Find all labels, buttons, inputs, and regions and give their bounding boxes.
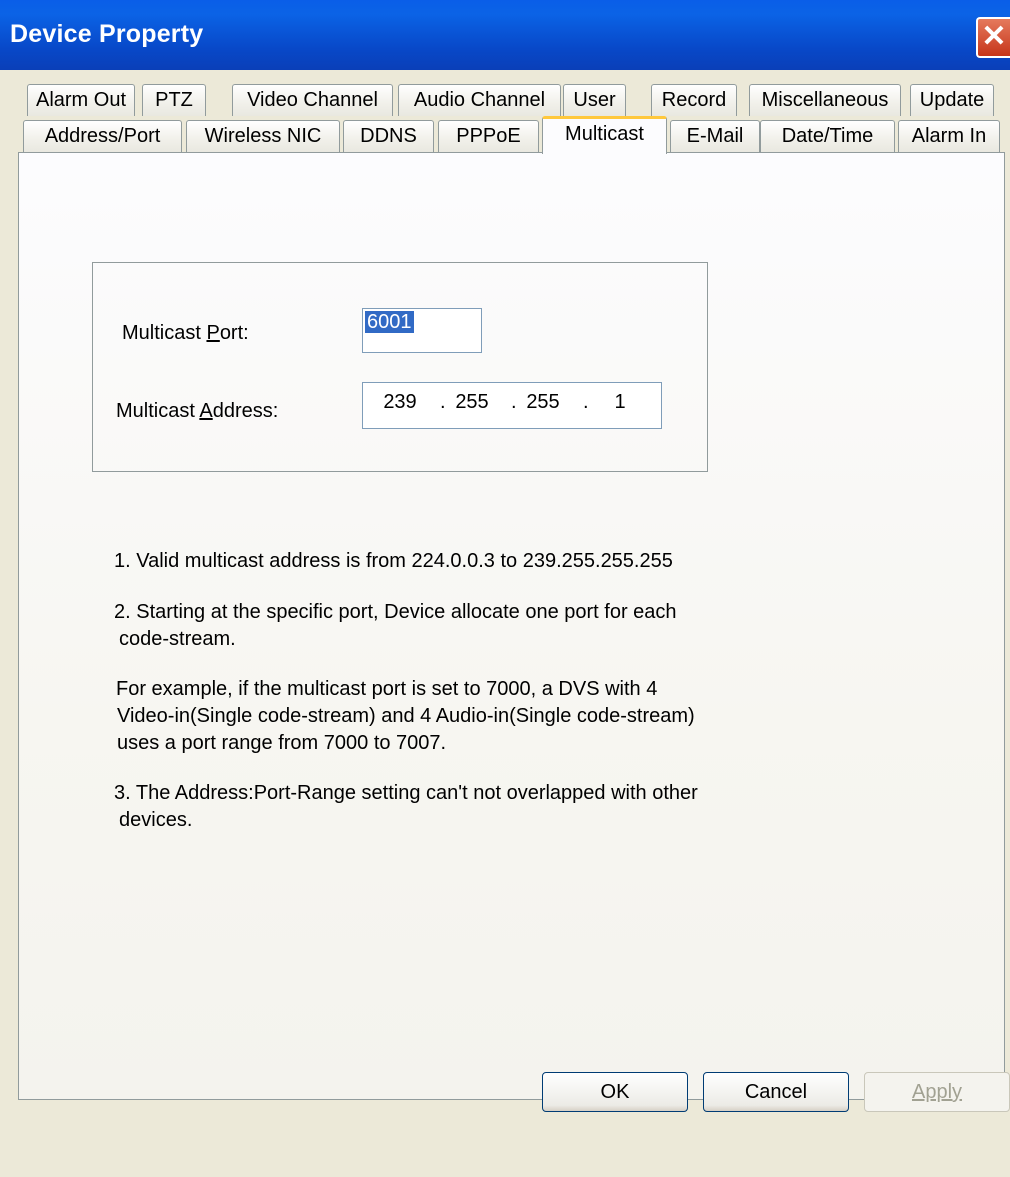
tab-date-time[interactable]: Date/Time (760, 120, 895, 152)
ip-octet-1[interactable]: 239 (375, 391, 425, 414)
tab-ptz[interactable]: PTZ (142, 84, 206, 116)
multicast-address-label: Multicast Address: (116, 400, 279, 422)
example-line-1: For example, if the multicast port is se… (116, 678, 658, 700)
tab-email[interactable]: E-Mail (670, 120, 760, 152)
multicast-port-label: Multicast Port: (122, 322, 249, 344)
tab-user[interactable]: User (563, 84, 626, 116)
close-button[interactable]: ✕ (976, 17, 1010, 58)
ip-octet-2[interactable]: 255 (447, 391, 497, 414)
ip-dot: . (440, 391, 446, 413)
multicast-port-value: 6001 (365, 311, 414, 333)
tab-video-channel[interactable]: Video Channel (232, 84, 393, 116)
ip-dot: . (583, 391, 589, 413)
ip-octet-4[interactable]: 1 (595, 391, 645, 414)
tab-alarm-in[interactable]: Alarm In (898, 120, 1000, 152)
apply-button[interactable]: Apply (864, 1072, 1010, 1112)
example-line-3: uses a port range from 7000 to 7007. (117, 732, 447, 754)
tab-update[interactable]: Update (910, 84, 994, 116)
ok-button[interactable]: OK (542, 1072, 688, 1112)
tab-alarm-out[interactable]: Alarm Out (27, 84, 135, 116)
title-bar: Device Property ✕ (0, 0, 1010, 70)
example-line-2: Video-in(Single code-stream) and 4 Audio… (117, 705, 695, 727)
note-3-line-1: 3. The Address:Port-Range setting can't … (114, 782, 698, 804)
tab-multicast[interactable]: Multicast (542, 116, 667, 154)
note-2-line-1: 2. Starting at the specific port, Device… (114, 601, 677, 623)
tab-ddns[interactable]: DDNS (343, 120, 434, 152)
tab-pppoe[interactable]: PPPoE (438, 120, 539, 152)
window-title: Device Property (10, 20, 204, 48)
note-2-line-2: code-stream. (119, 628, 236, 650)
multicast-address-input[interactable]: 239 . 255 . 255 . 1 (362, 382, 662, 429)
multicast-port-input[interactable]: 6001 (362, 308, 482, 353)
ip-dot: . (511, 391, 517, 413)
tab-audio-channel[interactable]: Audio Channel (398, 84, 561, 116)
note-1: 1. Valid multicast address is from 224.0… (114, 550, 673, 572)
tab-record[interactable]: Record (651, 84, 737, 116)
close-icon: ✕ (981, 20, 1007, 53)
note-3-line-2: devices. (119, 809, 193, 831)
cancel-button[interactable]: Cancel (703, 1072, 849, 1112)
tab-miscellaneous[interactable]: Miscellaneous (749, 84, 901, 116)
ip-octet-3[interactable]: 255 (518, 391, 568, 414)
tab-wireless-nic[interactable]: Wireless NIC (186, 120, 340, 152)
multicast-groupbox (92, 262, 708, 472)
tab-address-port[interactable]: Address/Port (23, 120, 182, 152)
